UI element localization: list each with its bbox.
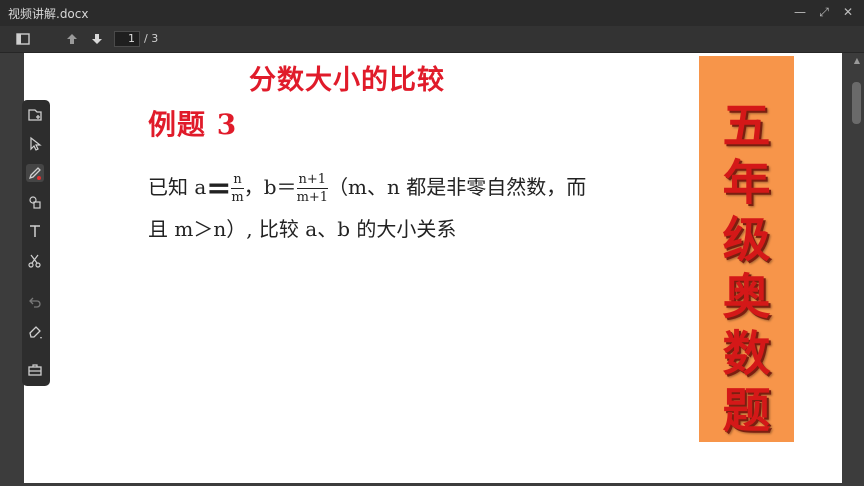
sidebar-toggle-icon[interactable] [15, 31, 31, 47]
close-button[interactable]: ✕ [840, 4, 856, 20]
document-heading: 分数大小的比较 [249, 65, 445, 96]
text-tool-icon[interactable] [26, 222, 44, 240]
banner-title: 五年级奥数题 [699, 98, 794, 440]
shapes-tool-icon[interactable] [26, 193, 44, 211]
toolbox-icon[interactable] [26, 361, 44, 379]
problem-prefix: 已知 a [148, 175, 207, 199]
fraction-b-bar [296, 188, 329, 189]
scrollbar-thumb[interactable] [852, 82, 861, 124]
banner-char: 年 [722, 155, 771, 211]
problem-line-1: 已知 a= n m ，b＝ n+1 m+1 （m、n 都是非零自然数，而 [148, 171, 586, 206]
banner-char: 五 [722, 98, 771, 154]
eraser-icon[interactable] [26, 322, 44, 340]
pen-tool-icon[interactable] [26, 164, 44, 182]
page-number-input[interactable]: 1 [114, 31, 140, 47]
banner-char: 题 [722, 383, 771, 439]
fraction-a-bar [231, 188, 244, 189]
fraction-a: nm [231, 172, 244, 205]
scissors-icon[interactable] [26, 252, 44, 270]
fraction-b-numerator: n+1 [298, 172, 327, 187]
select-cursor-icon[interactable] [26, 135, 44, 153]
fraction-a-denominator: m [231, 190, 244, 205]
banner-char: 奥 [722, 269, 771, 325]
problem-condition: （m、n 都是非零自然数，而 [328, 175, 587, 199]
banner-characters: 五年级奥数题 [699, 98, 794, 440]
fraction-b-denominator: m+1 [296, 190, 329, 205]
a-equals-sign: = [206, 171, 232, 206]
banner-char: 级 [722, 212, 771, 268]
scroll-up-icon[interactable]: ▲ [852, 56, 862, 66]
title-bar: 视频讲解.docx — ⤢ ✕ [0, 0, 864, 26]
problem-line-2: 且 m＞n）, 比较 a、b 的大小关系 [148, 217, 457, 241]
next-page-icon[interactable] [89, 31, 105, 47]
b-separator: ，b＝ [243, 175, 297, 199]
add-page-icon[interactable] [26, 106, 44, 124]
fraction-b: n+1 m+1 [296, 172, 329, 205]
banner-char: 数 [722, 326, 771, 382]
fraction-a-numerator: n [233, 172, 242, 187]
restore-button[interactable]: ⤢ [816, 4, 832, 20]
example-label: 例题 3 [148, 108, 238, 141]
window-title: 视频讲解.docx [8, 7, 89, 21]
minimize-button[interactable]: — [792, 4, 808, 20]
undo-icon[interactable] [26, 293, 44, 311]
previous-page-icon[interactable] [64, 31, 80, 47]
page-total: / 3 [144, 32, 159, 45]
